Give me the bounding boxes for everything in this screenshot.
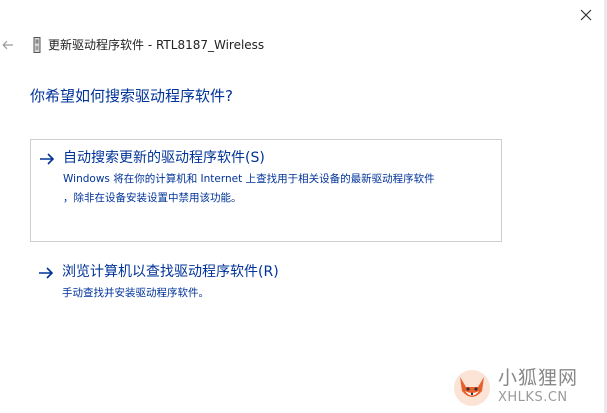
fox-logo-icon — [454, 370, 490, 406]
auto-search-title: 自动搜索更新的驱动程序软件(S) — [63, 150, 265, 166]
back-button[interactable] — [0, 36, 16, 54]
device-icon — [33, 37, 41, 53]
auto-search-option[interactable]: 自动搜索更新的驱动程序软件(S) Windows 将在你的计算机和 Intern… — [30, 139, 502, 242]
window-title: 更新驱动程序软件 - RTL8187_Wireless — [48, 38, 265, 52]
browse-computer-description: 手动查找并安装驱动程序软件。 — [62, 287, 209, 299]
auto-search-description: Windows 将在你的计算机和 Internet 上查找用于相关设备的最新驱动… — [63, 173, 435, 204]
site-watermark: 小狐狸网 XHLKS.CN — [452, 363, 602, 411]
arrow-right-icon — [39, 267, 54, 279]
close-icon — [580, 9, 592, 21]
watermark-site-name: 小狐狸网 — [498, 367, 579, 389]
browse-computer-option[interactable]: 浏览计算机以查找驱动程序软件(R) 手动查找并安装驱动程序软件。 — [30, 256, 502, 308]
arrow-right-icon — [40, 153, 55, 165]
page-heading: 你希望如何搜索驱动程序软件? — [30, 87, 233, 105]
update-driver-dialog: 更新驱动程序软件 - RTL8187_Wireless 你希望如何搜索驱动程序软… — [0, 0, 607, 413]
watermark-domain: XHLKS.CN — [498, 390, 568, 405]
close-button[interactable] — [569, 0, 603, 30]
browse-computer-title: 浏览计算机以查找驱动程序软件(R) — [62, 264, 279, 280]
back-arrow-icon — [2, 40, 13, 50]
